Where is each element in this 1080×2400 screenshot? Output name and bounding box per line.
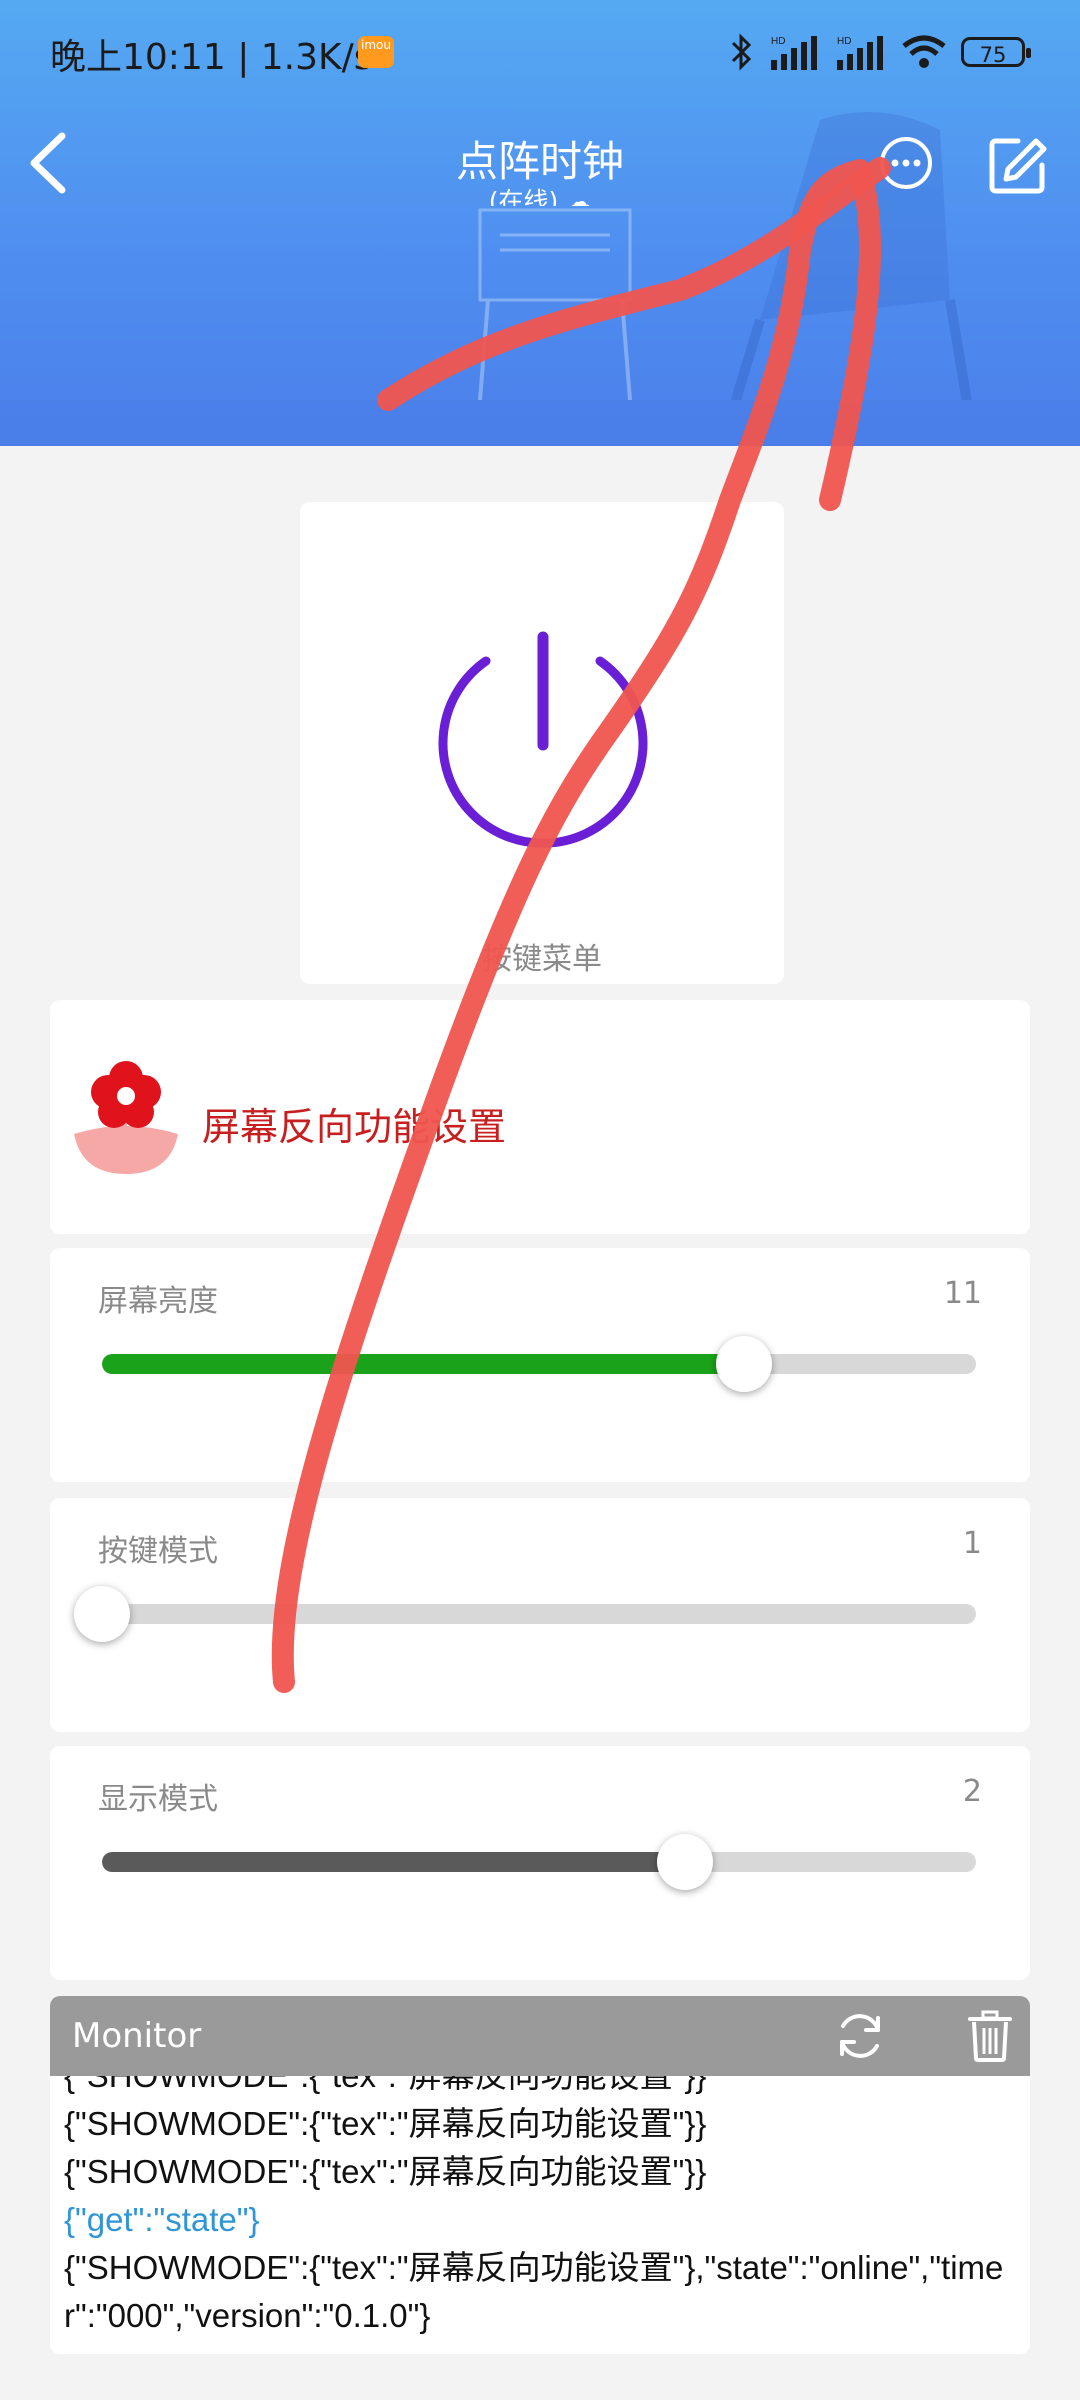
slider-fill <box>102 1354 745 1374</box>
display-mode-slider-card: 显示模式 2 <box>50 1746 1030 1980</box>
power-button-label: 按键菜单 <box>482 942 602 977</box>
svg-text:HD: HD <box>837 36 851 47</box>
power-icon <box>438 631 648 848</box>
log-line: {"SHOWMODE":{"tex":"屏幕反向功能设置"},"state":"… <box>64 2249 1004 2334</box>
status-time: 晚上10:11 | 1.3K/s <box>50 37 373 78</box>
app-notification-badge: imou <box>358 36 394 68</box>
log-line: {"get":"state"} <box>64 2201 260 2238</box>
battery-icon: 75 <box>961 37 1031 67</box>
key-mode-slider-card: 按键模式 1 <box>50 1498 1030 1732</box>
svg-text:HD: HD <box>771 36 785 47</box>
brightness-slider-card: 屏幕亮度 11 <box>50 1248 1030 1482</box>
slider-label: 显示模式 <box>98 1782 218 1817</box>
log-line: {"SHOWMODE":{"tex":"屏幕反向功能设置"}} <box>64 2153 707 2190</box>
slider-value: 11 <box>943 1276 982 1311</box>
monitor-panel: Monitor {"SHOWMODE":{"tex":"屏幕反向功能设置"}} … <box>50 1996 1030 2354</box>
slider-track[interactable] <box>102 1354 976 1374</box>
monitor-header: Monitor <box>50 1996 1030 2076</box>
status-icons: HD HD 75 <box>729 30 1031 74</box>
flower-icon <box>74 1061 178 1174</box>
slider-track[interactable] <box>102 1604 976 1624</box>
edit-icon[interactable] <box>988 135 1048 195</box>
slider-thumb[interactable] <box>716 1336 773 1392</box>
signal-icon: HD <box>771 36 817 70</box>
monitor-log[interactable]: {"SHOWMODE":{"tex":"屏幕反向功能设置"}} {"SHOWMO… <box>64 2076 1020 2350</box>
slider-value: 2 <box>962 1774 982 1809</box>
signal-icon: HD <box>837 36 883 70</box>
slider-label: 屏幕亮度 <box>98 1284 218 1319</box>
slider-thumb[interactable] <box>656 1834 713 1890</box>
log-line: {"SHOWMODE":{"tex":"屏幕反向功能设置"}} <box>64 2105 707 2142</box>
bluetooth-icon <box>731 33 752 71</box>
cloud-icon: ☁ <box>566 187 592 206</box>
header: 晚上10:11 | 1.3K/s imou HD HD 75 点阵时钟 (在线)… <box>0 0 1080 446</box>
refresh-icon[interactable] <box>834 2010 886 2062</box>
screen-reverse-button[interactable]: 屏幕反向功能设置 <box>50 1000 1030 1234</box>
more-dots-icon[interactable] <box>878 135 934 191</box>
power-button-card[interactable]: 按键菜单 <box>300 502 784 984</box>
slider-label: 按键模式 <box>98 1534 218 1569</box>
log-line: {"SHOWMODE":{"tex":"屏幕反向功能设置"}} <box>64 2076 1020 2100</box>
slider-fill <box>102 1852 685 1872</box>
online-status-label: (在线) <box>488 187 559 206</box>
monitor-title: Monitor <box>72 2016 202 2056</box>
slider-track[interactable] <box>102 1852 976 1872</box>
slider-value: 1 <box>962 1526 982 1561</box>
screen-reverse-label: 屏幕反向功能设置 <box>202 1105 507 1149</box>
wifi-icon <box>902 35 946 68</box>
slider-thumb[interactable] <box>74 1586 130 1642</box>
status-bar: 晚上10:11 | 1.3K/s imou HD HD 75 <box>0 0 1080 104</box>
trash-icon[interactable] <box>968 2010 1012 2062</box>
